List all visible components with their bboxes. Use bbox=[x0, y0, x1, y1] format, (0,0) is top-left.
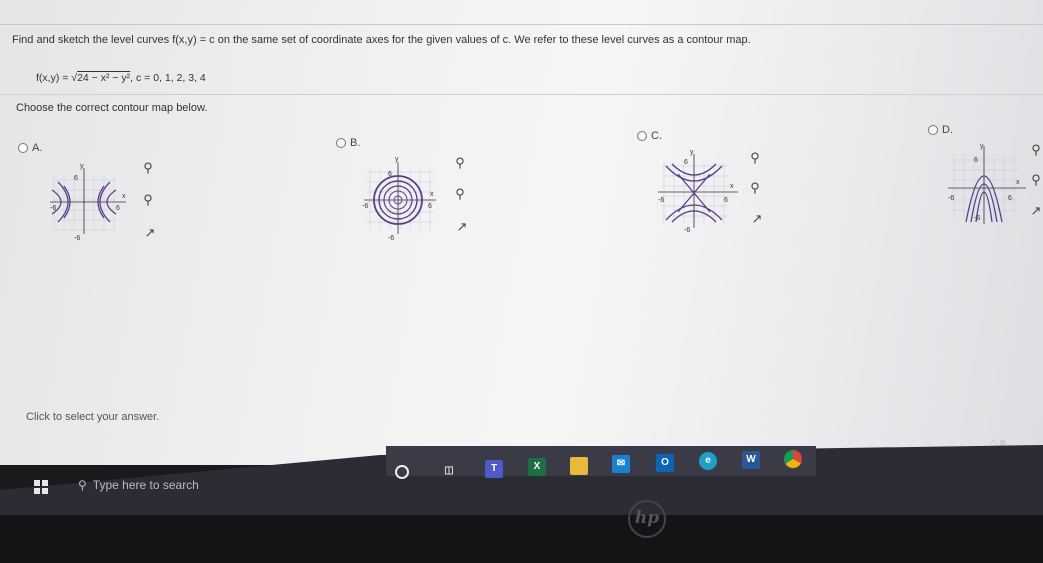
x-axis-label: x bbox=[730, 183, 734, 190]
tick-label: 6 bbox=[116, 205, 120, 212]
axes bbox=[948, 146, 1026, 224]
zoom-in-icon[interactable]: ⚲ bbox=[141, 161, 155, 175]
choice-label: B. bbox=[350, 137, 361, 149]
chrome-icon[interactable] bbox=[784, 450, 802, 468]
choice-label: A. bbox=[32, 142, 43, 154]
contour-graph-c[interactable]: y x 6 6 -6 -6 bbox=[654, 146, 744, 236]
zoom-out-icon[interactable]: ⚲ bbox=[453, 187, 467, 201]
radio-button-a[interactable] bbox=[18, 143, 28, 153]
teams-icon[interactable]: T bbox=[485, 460, 503, 478]
contour-graph-b[interactable]: y x 6 6 -6 -6 bbox=[360, 152, 440, 242]
choice-a[interactable]: A. bbox=[18, 142, 42, 154]
tick-label: 6 bbox=[428, 203, 432, 210]
tick-label: -6 bbox=[974, 215, 980, 222]
outlook-icon[interactable]: O bbox=[656, 454, 674, 472]
tick-label: -6 bbox=[388, 235, 394, 242]
tick-label: -6 bbox=[74, 235, 80, 242]
monitor-bezel bbox=[0, 515, 1043, 563]
task-view-icon[interactable]: ◫ bbox=[440, 462, 458, 480]
zoom-in-icon[interactable]: ⚲ bbox=[453, 156, 467, 170]
contour-graph-a[interactable]: y x 6 6 -6 -6 bbox=[44, 160, 134, 245]
tick-label: -6 bbox=[50, 205, 56, 212]
prompt-text: Choose the correct contour map below. bbox=[16, 102, 208, 114]
choice-b[interactable]: B. bbox=[336, 137, 360, 149]
zoom-in-icon[interactable]: ⚲ bbox=[1029, 143, 1043, 157]
tick-label: -6 bbox=[658, 197, 664, 204]
choice-label: C. bbox=[651, 130, 662, 142]
formula-rhs: , c = 0, 1, 2, 3, 4 bbox=[130, 72, 206, 84]
x-axis-label: x bbox=[430, 191, 434, 198]
formula-lhs: f(x,y) = bbox=[36, 72, 72, 84]
formula-radicand: 24 − x² − y² bbox=[77, 72, 131, 84]
edge-icon[interactable]: e bbox=[699, 452, 717, 470]
y-axis-label: y bbox=[980, 143, 984, 150]
tick-label: 6 bbox=[74, 175, 78, 182]
expand-icon[interactable]: ↗ bbox=[455, 220, 469, 234]
system-tray[interactable]: ˄ ■ bbox=[990, 437, 1006, 449]
question-text: Find and sketch the level curves f(x,y) … bbox=[12, 34, 751, 46]
cortana-icon[interactable] bbox=[395, 465, 409, 479]
windows-start-icon[interactable] bbox=[34, 480, 48, 494]
tick-label: -6 bbox=[362, 203, 368, 210]
expand-icon[interactable]: ↗ bbox=[143, 226, 157, 240]
expand-icon[interactable]: ↗ bbox=[750, 212, 764, 226]
divider bbox=[0, 94, 1043, 95]
formula: f(x,y) = √24 − x² − y², c = 0, 1, 2, 3, … bbox=[36, 72, 206, 84]
tick-label: 6 bbox=[684, 159, 688, 166]
search-icon: ⚲ bbox=[78, 478, 87, 492]
tick-label: -6 bbox=[948, 195, 954, 202]
excel-icon[interactable]: X bbox=[528, 458, 546, 476]
file-explorer-icon[interactable] bbox=[570, 457, 588, 475]
y-axis-label: y bbox=[395, 156, 399, 163]
choice-d[interactable]: D. bbox=[928, 124, 953, 136]
x-axis-label: x bbox=[122, 193, 126, 200]
tick-label: 6 bbox=[1008, 195, 1012, 202]
taskbar-search[interactable]: ⚲ Type here to search bbox=[78, 474, 238, 496]
tick-label: 6 bbox=[724, 197, 728, 204]
choice-c[interactable]: C. bbox=[637, 130, 662, 142]
contour-graph-d[interactable]: y x 6 6 -6 -6 bbox=[944, 140, 1030, 232]
zoom-out-icon[interactable]: ⚲ bbox=[748, 181, 762, 195]
grid bbox=[952, 154, 1018, 220]
tick-label: 6 bbox=[974, 157, 978, 164]
screen: Find and sketch the level curves f(x,y) … bbox=[0, 0, 1043, 465]
y-axis-label: y bbox=[690, 149, 694, 156]
zoom-in-icon[interactable]: ⚲ bbox=[748, 151, 762, 165]
radio-button-d[interactable] bbox=[928, 125, 938, 135]
choice-label: D. bbox=[942, 124, 953, 136]
hp-logo: hp bbox=[628, 500, 666, 538]
zoom-out-icon[interactable]: ⚲ bbox=[1029, 173, 1043, 187]
divider bbox=[0, 24, 1043, 25]
x-axis-label: x bbox=[1016, 179, 1020, 186]
zoom-out-icon[interactable]: ⚲ bbox=[141, 193, 155, 207]
word-icon[interactable]: W bbox=[742, 451, 760, 469]
search-placeholder: Type here to search bbox=[92, 478, 199, 492]
y-axis-label: y bbox=[80, 163, 84, 170]
mail-icon[interactable]: ✉ bbox=[612, 455, 630, 473]
click-hint: Click to select your answer. bbox=[26, 411, 160, 423]
radio-button-c[interactable] bbox=[637, 131, 647, 141]
tick-label: -6 bbox=[684, 227, 690, 234]
expand-icon[interactable]: ↗ bbox=[1029, 204, 1043, 218]
radio-button-b[interactable] bbox=[336, 138, 346, 148]
tick-label: 6 bbox=[388, 171, 392, 178]
